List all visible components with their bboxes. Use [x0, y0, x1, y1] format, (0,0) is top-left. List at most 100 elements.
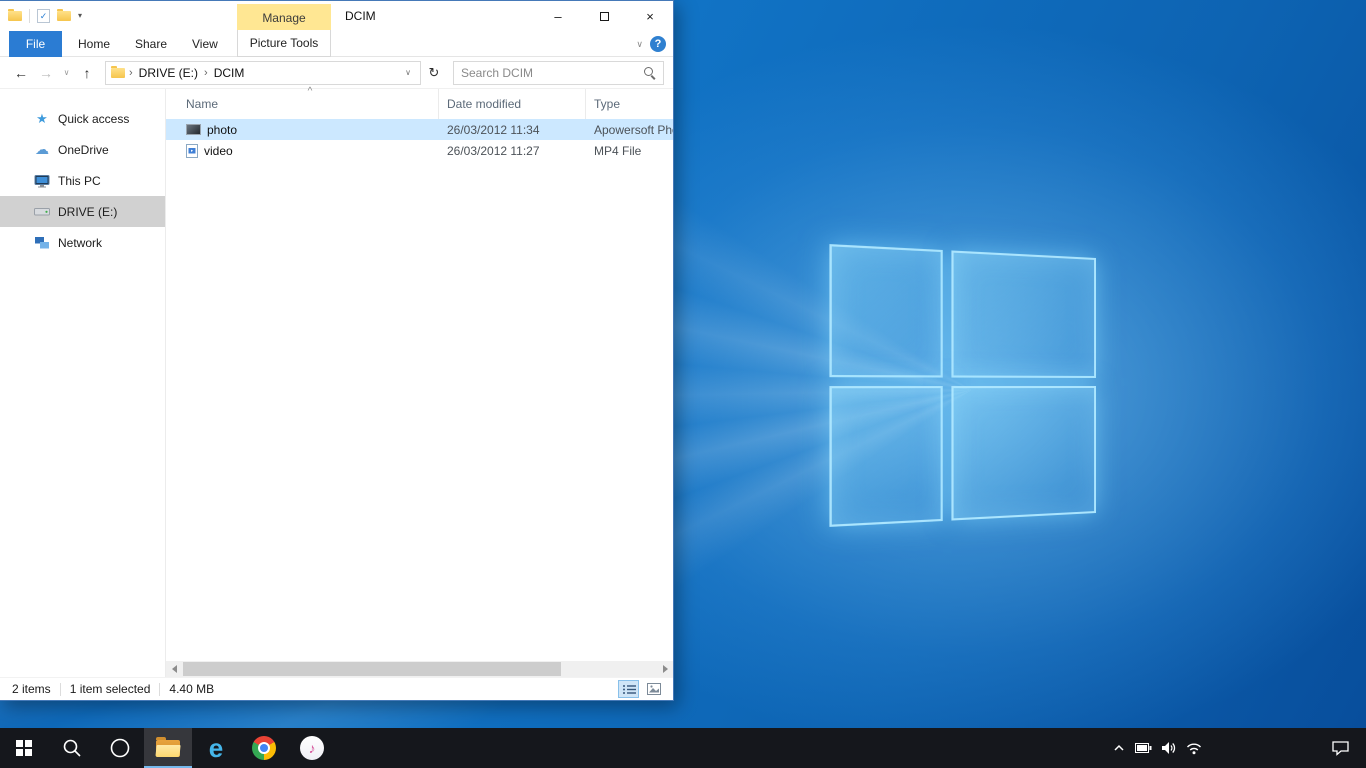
scrollbar-track[interactable] — [182, 661, 657, 677]
sidebar-item-label: Quick access — [58, 112, 129, 126]
wifi-icon — [1186, 742, 1202, 755]
search-input[interactable] — [461, 66, 643, 80]
customize-qat-chevron-icon[interactable]: ▾ — [78, 12, 82, 20]
manage-contextual-tab-header[interactable]: Manage — [237, 4, 331, 31]
sidebar-item-label: DRIVE (E:) — [58, 205, 117, 219]
thumbnail-view-icon — [647, 683, 661, 695]
video-file-icon — [186, 144, 198, 158]
explorer-window: ✓ ▾ Manage DCIM – × File Home Share View… — [0, 0, 674, 701]
star-icon: ★ — [34, 111, 50, 127]
battery-tray-button[interactable] — [1131, 728, 1156, 768]
triangle-left-icon — [172, 665, 177, 673]
scrollbar-thumb[interactable] — [183, 662, 561, 676]
forward-button[interactable]: → — [35, 65, 57, 81]
taskbar-search-button[interactable] — [48, 728, 96, 768]
folder-icon — [111, 68, 125, 78]
sidebar-item-this-pc[interactable]: This PC — [0, 165, 165, 196]
file-name-cell: photo — [166, 123, 439, 137]
start-button[interactable] — [0, 728, 48, 768]
sidebar-item-drive-e[interactable]: DRIVE (E:) — [0, 196, 165, 227]
file-type-cell: MP4 File — [586, 144, 673, 158]
address-toolbar: ← → ∨ ↑ › DRIVE (E:) › DCIM ∨ ↻ — [0, 57, 673, 89]
tab-home[interactable]: Home — [78, 31, 110, 57]
internet-explorer-icon: e — [209, 735, 223, 761]
thumbnail-view-button[interactable] — [643, 680, 664, 698]
status-divider — [159, 683, 160, 696]
file-rows: photo 26/03/2012 11:34 Apowersoft Pho vi… — [166, 119, 673, 661]
details-view-icon — [622, 684, 636, 695]
file-name: video — [204, 144, 233, 158]
sidebar-item-label: This PC — [58, 174, 101, 188]
toolbar-separator — [29, 9, 30, 23]
search-box — [453, 61, 664, 85]
refresh-icon[interactable]: ↻ — [424, 65, 444, 81]
breadcrumb-separator-icon[interactable]: › — [129, 67, 133, 79]
window-controls: – × — [535, 1, 673, 31]
windows-logo-pane — [951, 250, 1096, 378]
sidebar-item-label: OneDrive — [58, 143, 109, 157]
tray-spacer — [1206, 728, 1314, 768]
search-icon[interactable] — [643, 66, 656, 79]
maximize-icon — [600, 12, 609, 21]
network-tray-button[interactable] — [1181, 728, 1206, 768]
taskbar-file-explorer-button[interactable] — [144, 728, 192, 768]
maximize-button[interactable] — [581, 1, 627, 31]
show-hidden-icons-button[interactable] — [1106, 728, 1131, 768]
sidebar-item-onedrive[interactable]: ☁ OneDrive — [0, 134, 165, 165]
cloud-icon: ☁ — [34, 142, 50, 158]
tab-picture-tools[interactable]: Picture Tools — [237, 30, 331, 57]
file-type-cell: Apowersoft Pho — [586, 123, 673, 137]
windows-logo-pane — [829, 244, 942, 377]
explorer-icon[interactable] — [8, 11, 22, 21]
cortana-button[interactable] — [96, 728, 144, 768]
scroll-right-arrow[interactable] — [657, 661, 673, 677]
column-headers: ^ Name Date modified Type — [166, 89, 673, 119]
properties-icon[interactable]: ✓ — [37, 9, 50, 23]
action-center-button[interactable] — [1314, 728, 1366, 768]
taskbar-chrome-button[interactable] — [240, 728, 288, 768]
file-list-pane: ^ Name Date modified Type photo 26/03/20… — [166, 89, 673, 677]
details-view-button[interactable] — [618, 680, 639, 698]
network-icon — [34, 235, 50, 251]
file-row-video[interactable]: video 26/03/2012 11:27 MP4 File — [166, 140, 673, 161]
title-bar[interactable]: ✓ ▾ Manage DCIM – × — [0, 1, 673, 31]
scroll-left-arrow[interactable] — [166, 661, 182, 677]
explorer-main: ★ Quick access ☁ OneDrive This PC DRIVE … — [0, 89, 673, 677]
sidebar-item-quick-access[interactable]: ★ Quick access — [0, 103, 165, 134]
horizontal-scrollbar[interactable] — [166, 661, 673, 677]
breadcrumb-drive[interactable]: DRIVE (E:) — [137, 66, 200, 80]
sidebar-item-network[interactable]: Network — [0, 227, 165, 258]
taskbar-internet-explorer-button[interactable]: e — [192, 728, 240, 768]
help-button[interactable]: ? — [650, 36, 666, 52]
itunes-icon: ♪ — [300, 736, 324, 760]
navigation-pane: ★ Quick access ☁ OneDrive This PC DRIVE … — [0, 89, 166, 677]
triangle-right-icon — [663, 665, 668, 673]
windows-start-icon — [16, 740, 32, 756]
up-button[interactable]: ↑ — [76, 65, 98, 81]
status-divider — [60, 683, 61, 696]
taskbar-itunes-button[interactable]: ♪ — [288, 728, 336, 768]
breadcrumb-separator-icon[interactable]: › — [204, 67, 208, 79]
column-header-date-modified[interactable]: Date modified — [439, 89, 586, 119]
tab-view[interactable]: View — [192, 31, 218, 57]
recent-locations-chevron-icon[interactable]: ∨ — [60, 68, 73, 77]
tab-file[interactable]: File — [9, 31, 62, 57]
column-header-type[interactable]: Type — [586, 89, 673, 119]
selection-size: 4.40 MB — [169, 682, 214, 696]
breadcrumb-dcim[interactable]: DCIM — [212, 66, 247, 80]
speaker-icon — [1161, 741, 1177, 755]
address-bar[interactable]: › DRIVE (E:) › DCIM ∨ — [105, 61, 421, 85]
back-button[interactable]: ← — [10, 65, 32, 81]
volume-tray-button[interactable] — [1156, 728, 1181, 768]
file-row-photo[interactable]: photo 26/03/2012 11:34 Apowersoft Pho — [166, 119, 673, 140]
new-folder-icon[interactable] — [57, 11, 71, 21]
close-button[interactable]: × — [627, 1, 673, 31]
address-dropdown-chevron-icon[interactable]: ∨ — [401, 68, 415, 77]
minimize-button[interactable]: – — [535, 1, 581, 31]
action-center-icon — [1331, 740, 1350, 756]
view-toggles — [618, 680, 664, 698]
tab-share[interactable]: Share — [135, 31, 167, 57]
photo-file-icon — [186, 124, 201, 135]
file-date-cell: 26/03/2012 11:27 — [439, 144, 586, 158]
expand-ribbon-chevron-icon[interactable]: ∨ — [636, 31, 643, 57]
